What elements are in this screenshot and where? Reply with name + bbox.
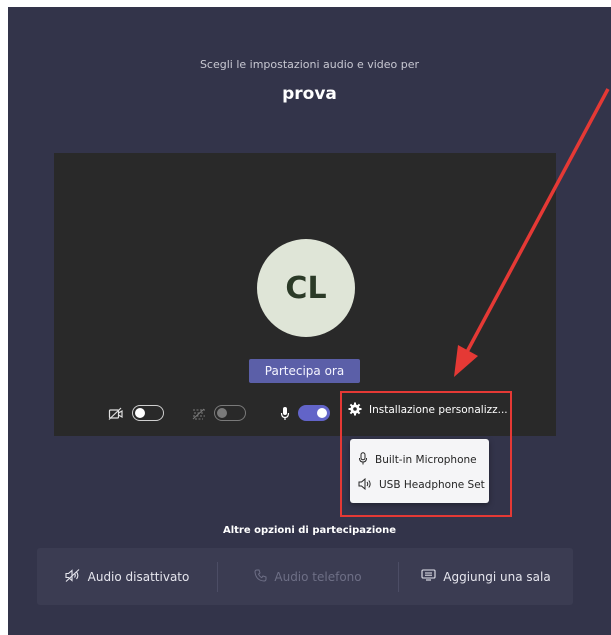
microphone-toggle[interactable] xyxy=(298,405,330,421)
video-preview: CL Partecipa ora Installazione personali… xyxy=(54,153,556,436)
phone-audio-option[interactable]: Audio telefono xyxy=(218,548,398,605)
speaker-muted-icon xyxy=(65,568,81,585)
join-now-button[interactable]: Partecipa ora xyxy=(249,359,360,383)
device-settings-label: Installazione personalizz... xyxy=(369,404,508,416)
meeting-name: prova xyxy=(282,84,337,104)
camera-off-icon xyxy=(108,407,124,421)
audio-off-option[interactable]: Audio disattivato xyxy=(37,548,217,605)
device-option-label: USB Headphone Set xyxy=(379,479,485,491)
gear-icon xyxy=(348,401,362,420)
option-label: Audio disattivato xyxy=(87,569,190,584)
phone-icon xyxy=(254,569,267,585)
microphone-icon xyxy=(358,452,368,468)
other-options-title: Altre opzioni di partecipazione xyxy=(222,525,397,536)
add-room-option[interactable]: Aggiungi una sala xyxy=(399,548,573,605)
device-settings-button[interactable]: Installazione personalizz... xyxy=(348,400,508,420)
device-option-speaker[interactable]: USB Headphone Set xyxy=(358,475,485,495)
device-option-label: Built-in Microphone xyxy=(375,454,477,466)
microphone-icon xyxy=(280,406,290,421)
speaker-icon xyxy=(358,477,372,493)
background-blur-icon xyxy=(192,408,206,420)
option-label: Audio telefono xyxy=(274,569,362,584)
teams-prejoin-screen: Scegli le impostazioni audio e video per… xyxy=(8,7,611,635)
device-dropdown: Built-in Microphone USB Headphone Set xyxy=(350,439,489,503)
background-blur-toggle[interactable] xyxy=(214,405,246,421)
other-options-bar: Audio disattivato Audio telefono Aggiung… xyxy=(37,548,573,605)
camera-toggle[interactable] xyxy=(132,405,164,421)
option-label: Aggiungi una sala xyxy=(443,569,551,584)
device-option-microphone[interactable]: Built-in Microphone xyxy=(358,450,477,470)
prejoin-subtitle: Scegli le impostazioni audio e video per xyxy=(199,58,420,71)
room-icon xyxy=(421,569,436,584)
avatar: CL xyxy=(257,239,355,337)
